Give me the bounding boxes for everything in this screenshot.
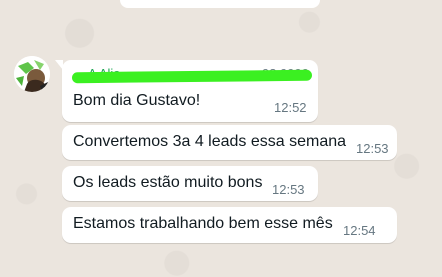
message-time: 12:54 <box>343 223 376 238</box>
message-time: 12:53 <box>356 141 389 156</box>
message-text: Convertemos 3a 4 leads essa semana <box>73 133 347 150</box>
message-text: Estamos trabalhando bem esse mês <box>73 215 333 232</box>
sender-header[interactable]: A Alia 98 9999 <box>71 66 322 84</box>
bubble-tail <box>55 60 63 70</box>
redaction-mark <box>71 69 313 84</box>
sender-avatar[interactable] <box>14 56 50 92</box>
message-time: 12:53 <box>272 182 305 197</box>
message-bubble[interactable]: Os leads estão muito bons 12:53 <box>62 166 318 201</box>
previous-message-bubble-edge <box>120 0 320 8</box>
person-avatar-icon <box>14 56 50 92</box>
message-text: Os leads estão muito bons <box>73 174 263 191</box>
message-text: Bom dia Gustavo! <box>73 92 201 109</box>
message-bubble[interactable]: Convertemos 3a 4 leads essa semana 12:53 <box>62 125 397 160</box>
message-time: 12:52 <box>274 100 307 115</box>
message-bubble[interactable]: Estamos trabalhando bem esse mês 12:54 <box>62 207 397 243</box>
message-bubble[interactable]: A Alia 98 9999 Bom dia Gustavo! 12:52 <box>55 60 318 122</box>
